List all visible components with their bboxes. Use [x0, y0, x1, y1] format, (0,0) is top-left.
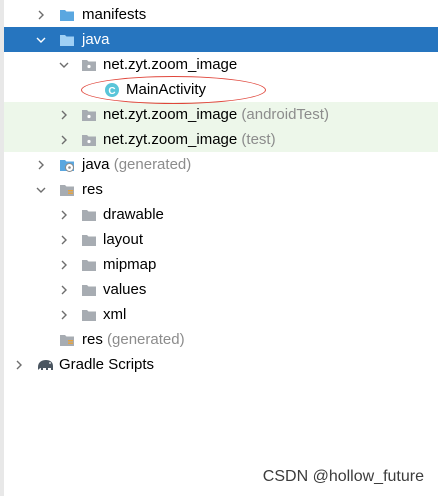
tree-item-label: net.zyt.zoom_image	[103, 56, 238, 73]
tree-row-values[interactable]: values	[4, 277, 438, 302]
generated-folder-icon	[59, 157, 75, 173]
tree-row-mipmap[interactable]: mipmap	[4, 252, 438, 277]
folder-icon	[81, 307, 97, 323]
tree-row-xml[interactable]: xml	[4, 302, 438, 327]
tree-item-label: java (generated)	[82, 156, 192, 173]
chevron-right-icon[interactable]	[57, 102, 71, 127]
chevron-right-icon[interactable]	[57, 202, 71, 227]
tree-item-suffix: (test)	[237, 131, 276, 148]
tree-item-label: drawable	[103, 206, 164, 223]
tree-row-package-test[interactable]: net.zyt.zoom_image (test)	[4, 127, 438, 152]
tree-item-label: Gradle Scripts	[59, 356, 155, 373]
tree-row-mainactivity[interactable]: C MainActivity	[4, 77, 438, 102]
tree-row-java[interactable]: java	[4, 27, 438, 52]
tree-item-label: net.zyt.zoom_image (androidTest)	[103, 106, 329, 123]
tree-item-label: xml	[103, 306, 127, 323]
project-tree[interactable]: manifests java net.zyt.zoom_image C Main…	[4, 2, 438, 377]
tree-row-manifests[interactable]: manifests	[4, 2, 438, 27]
chevron-right-icon[interactable]	[34, 152, 48, 177]
package-icon	[81, 57, 97, 73]
tree-item-label: res (generated)	[82, 331, 185, 348]
chevron-right-icon[interactable]	[57, 277, 71, 302]
tree-item-label: java	[82, 31, 110, 48]
tree-row-package-androidtest[interactable]: net.zyt.zoom_image (androidTest)	[4, 102, 438, 127]
tree-item-label: res	[82, 181, 103, 198]
svg-text:C: C	[108, 86, 115, 97]
tree-item-suffix: (androidTest)	[237, 106, 329, 123]
tree-row-package-main[interactable]: net.zyt.zoom_image	[4, 52, 438, 77]
tree-item-label: layout	[103, 231, 144, 248]
chevron-right-icon[interactable]	[12, 352, 26, 377]
watermark: CSDN @hollow_future	[262, 468, 424, 485]
tree-item-suffix: (generated)	[102, 331, 185, 348]
folder-icon	[81, 282, 97, 298]
resource-folder-icon	[59, 332, 75, 348]
tree-row-res[interactable]: res	[4, 177, 438, 202]
class-icon: C	[104, 82, 120, 98]
chevron-right-icon[interactable]	[34, 2, 48, 27]
tree-item-suffix: (generated)	[109, 156, 192, 173]
folder-icon	[81, 257, 97, 273]
tree-row-java-generated[interactable]: java (generated)	[4, 152, 438, 177]
package-icon	[81, 132, 97, 148]
tree-item-label: values	[103, 281, 147, 298]
tree-item-label: manifests	[82, 6, 147, 23]
tree-row-res-generated[interactable]: res (generated)	[4, 327, 438, 352]
tree-row-layout[interactable]: layout	[4, 227, 438, 252]
tree-row-drawable[interactable]: drawable	[4, 202, 438, 227]
chevron-right-icon[interactable]	[57, 252, 71, 277]
chevron-down-icon[interactable]	[34, 177, 48, 202]
package-icon	[81, 107, 97, 123]
chevron-right-icon[interactable]	[57, 227, 71, 252]
tree-item-label: MainActivity	[126, 81, 207, 98]
folder-icon	[59, 32, 75, 48]
tree-item-label: net.zyt.zoom_image (test)	[103, 131, 276, 148]
tree-item-label: mipmap	[103, 256, 157, 273]
chevron-down-icon[interactable]	[57, 52, 71, 77]
gradle-elephant-icon	[35, 357, 55, 373]
chevron-right-icon[interactable]	[57, 127, 71, 152]
folder-icon	[59, 7, 75, 23]
chevron-right-icon[interactable]	[57, 302, 71, 327]
folder-icon	[81, 232, 97, 248]
chevron-down-icon[interactable]	[34, 27, 48, 52]
tree-row-gradle-scripts[interactable]: Gradle Scripts	[4, 352, 438, 377]
resource-folder-icon	[59, 182, 75, 198]
folder-icon	[81, 207, 97, 223]
